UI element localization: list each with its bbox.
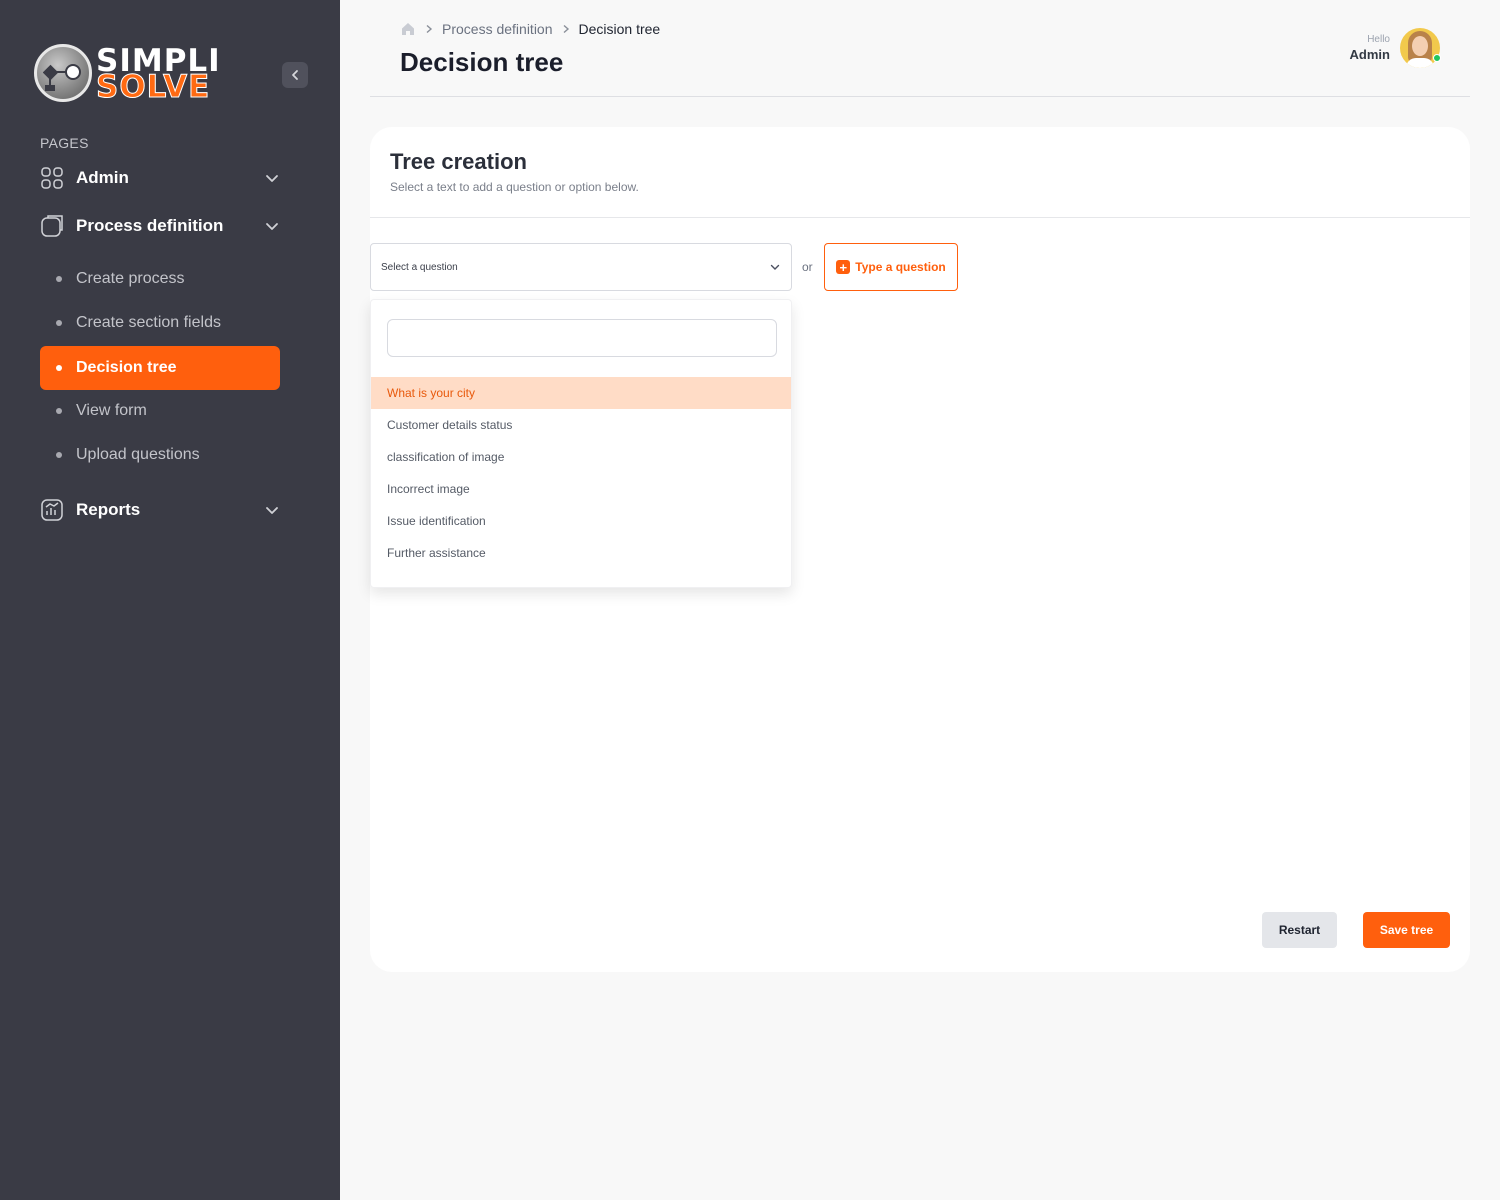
user-menu[interactable]: Hello Admin (1350, 28, 1440, 68)
sidebar-item-create-process[interactable]: Create process (40, 257, 280, 301)
save-tree-button[interactable]: Save tree (1363, 912, 1450, 948)
chevron-down-icon (266, 223, 278, 230)
bullet-dot (56, 408, 62, 414)
user-greeting: Hello (1367, 34, 1390, 45)
question-dropdown: What is your city Customer details statu… (370, 299, 792, 588)
avatar-face (1412, 36, 1428, 56)
nav-group-label: Admin (76, 168, 129, 187)
logo[interactable]: SIMPLI SOLVE (34, 42, 234, 106)
header-divider (370, 96, 1470, 97)
sidebar-item-create-section-fields[interactable]: Create section fields (40, 301, 280, 345)
bullet-dot (56, 320, 62, 326)
or-separator: or (802, 260, 813, 274)
user-text: Hello Admin (1350, 34, 1390, 62)
user-name: Admin (1349, 47, 1390, 62)
card-subtitle: Select a text to add a question or optio… (390, 180, 639, 194)
dropdown-option[interactable]: What is your city (371, 377, 791, 409)
sidebar-item-label: Decision tree (76, 359, 177, 376)
bullet-dot (56, 452, 62, 458)
document-icon (40, 214, 64, 238)
collapse-sidebar-button[interactable] (282, 62, 308, 88)
sidebar-item-upload-questions[interactable]: Upload questions (40, 433, 280, 477)
logo-text-solve: SOLVE (95, 69, 211, 105)
nav-group-label: Reports (76, 500, 141, 519)
chevron-down-icon (266, 507, 278, 514)
avatar[interactable] (1400, 28, 1440, 68)
dropdown-search-input[interactable] (387, 319, 777, 357)
dropdown-option[interactable]: Further assistance (371, 537, 791, 569)
dropdown-option[interactable]: Issue identification (371, 505, 791, 537)
chevron-left-icon (292, 70, 298, 80)
bullet-dot (56, 276, 62, 282)
chevron-down-icon (770, 264, 780, 270)
nav-group-admin[interactable]: Admin (40, 163, 280, 193)
chevron-right-icon (563, 24, 569, 34)
online-status-dot (1433, 54, 1441, 62)
type-question-button[interactable]: + Type a question (824, 243, 958, 291)
nav-group-process-definition[interactable]: Process definition (40, 211, 280, 241)
question-select-placeholder: Select a question (381, 261, 458, 273)
sidebar-item-view-form[interactable]: View form (40, 389, 280, 433)
sidebar-item-label: View form (76, 402, 147, 419)
dropdown-option[interactable]: Customer details status (371, 409, 791, 441)
chart-icon (40, 498, 64, 522)
nav-group-label: Process definition (76, 216, 224, 235)
pages-section-label: PAGES (40, 135, 89, 151)
card-title: Tree creation (390, 149, 527, 174)
type-question-label: Type a question (855, 260, 946, 274)
sidebar-item-decision-tree[interactable]: Decision tree (40, 346, 280, 390)
plus-icon: + (836, 260, 851, 274)
breadcrumb-item[interactable]: Process definition (442, 21, 553, 37)
page-title: Decision tree (400, 47, 564, 77)
dropdown-option[interactable]: classification of image (371, 441, 791, 473)
grid-icon (40, 166, 64, 190)
sidebar-item-label: Upload questions (76, 446, 200, 463)
restart-button[interactable]: Restart (1262, 912, 1337, 948)
sidebar-item-label: Create process (76, 270, 185, 287)
nav-group-reports[interactable]: Reports (40, 495, 280, 525)
logo-mark-icon (34, 44, 92, 102)
chevron-right-icon (426, 24, 433, 34)
tree-creation-card: Tree creation Select a text to add a que… (370, 127, 1470, 972)
home-icon[interactable] (400, 21, 416, 37)
breadcrumb-item-current: Decision tree (578, 21, 661, 37)
dropdown-option[interactable]: Incorrect image (371, 473, 791, 505)
chevron-down-icon (266, 175, 278, 182)
sidebar-item-label: Create section fields (76, 314, 221, 331)
breadcrumb: Process definition Decision tree (400, 20, 660, 38)
sidebar: SIMPLI SOLVE PAGES Admin Process definit… (0, 0, 340, 1200)
avatar-shirt (1406, 58, 1434, 68)
card-divider (370, 217, 1470, 218)
question-select[interactable]: Select a question (370, 243, 792, 291)
bullet-dot (56, 365, 62, 371)
